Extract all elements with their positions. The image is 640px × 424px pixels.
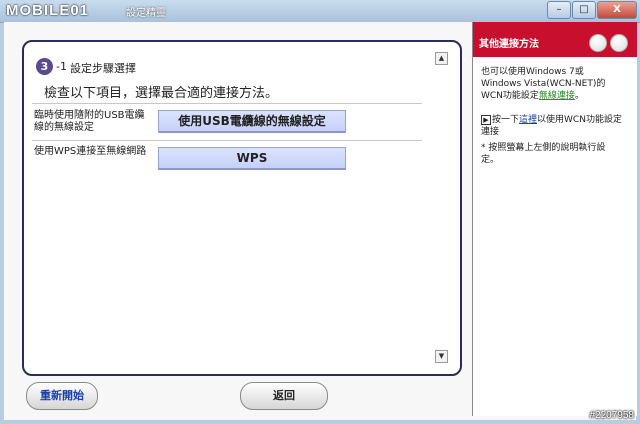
- window-title: 設定精靈: [126, 8, 166, 19]
- wps-button[interactable]: WPS: [158, 147, 346, 170]
- wireless-connection-link[interactable]: 無線連接: [539, 91, 575, 101]
- back-button[interactable]: 返回: [240, 382, 328, 410]
- scroll-up-arrow-icon[interactable]: ▲: [435, 52, 448, 65]
- divider: [32, 140, 422, 141]
- circle-icon: [610, 34, 628, 52]
- option-label-usb: 臨時使用隨附的USB電纜線的無線設定: [34, 110, 145, 133]
- side-panel: 其他連接方法 也可以使用Windows 7或Windows Vista(WCN-…: [472, 22, 637, 416]
- title-bar: MOBILE01 設定精靈 – □ X: [0, 0, 640, 23]
- usb-setup-button[interactable]: 使用USB電纜線的無線設定: [158, 110, 346, 133]
- minimize-button[interactable]: –: [547, 1, 571, 19]
- step-title: 設定步驟選擇: [70, 62, 136, 75]
- step-number-badge: 3: [36, 58, 53, 75]
- restart-button[interactable]: 重新開始: [26, 382, 98, 410]
- step-sub-number: -1: [56, 60, 67, 73]
- arrow-right-icon: ▶: [481, 114, 491, 125]
- here-link[interactable]: 這裡: [519, 115, 537, 125]
- divider: [32, 103, 422, 104]
- side-panel-title: 其他連接方法: [479, 39, 539, 50]
- close-button[interactable]: X: [597, 1, 637, 19]
- watermark: #2207958: [589, 410, 635, 421]
- note-text: * 按照螢幕上左側的說明執行設定。: [481, 143, 606, 165]
- side-panel-header: 其他連接方法: [473, 22, 637, 57]
- wcn-text-end: 。: [574, 91, 584, 101]
- maximize-button[interactable]: □: [572, 1, 596, 19]
- wcn-description: 也可以使用Windows 7或Windows Vista(WCN-NET)的WC…: [481, 66, 623, 102]
- scroll-down-arrow-icon[interactable]: ▼: [435, 350, 448, 363]
- option-label-wps: 使用WPS連接至無線網路: [34, 146, 147, 157]
- scrollbar[interactable]: ▲ ▼: [434, 50, 448, 364]
- click-here-instruction: ▶ 按一下這裡以使用WCN功能設定連接: [481, 114, 627, 138]
- circle-icon: [589, 34, 607, 52]
- instruction-text: 檢查以下項目，選擇最合適的連接方法。: [44, 86, 279, 101]
- click-here-prefix: 按一下: [492, 115, 520, 125]
- app-logo: MOBILE01: [6, 2, 90, 19]
